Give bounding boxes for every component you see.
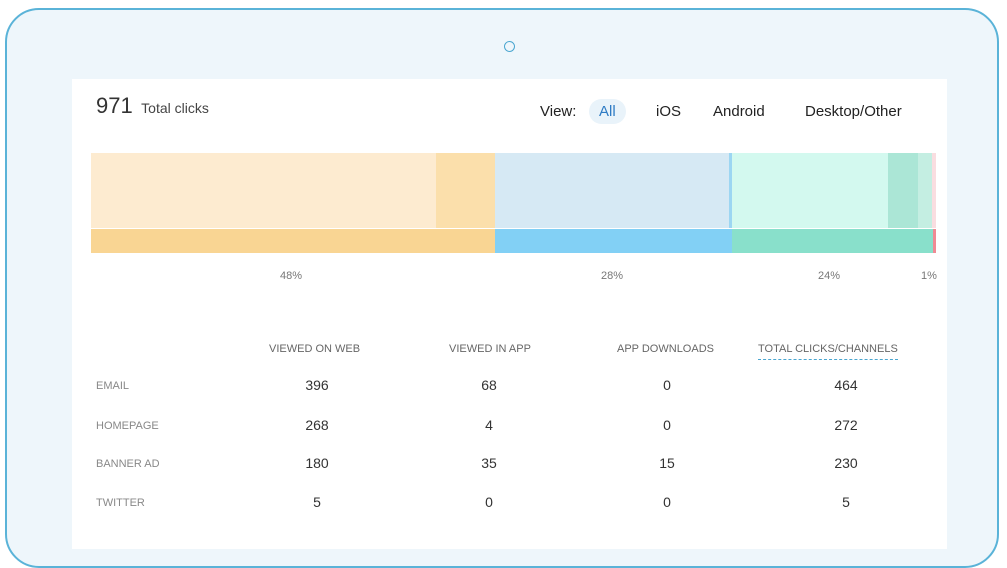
cell-banner-ad-downloads: 15	[659, 455, 675, 471]
view-option-android[interactable]: Android	[703, 99, 775, 124]
cell-twitter-app: 0	[485, 494, 493, 510]
cell-twitter-total: 5	[842, 494, 850, 510]
cell-homepage-downloads: 0	[663, 417, 671, 433]
cell-banner-ad-web: 180	[305, 455, 329, 471]
row-label-email: EMAIL	[96, 380, 130, 392]
column-header-app-downloads: APP DOWNLOADS	[617, 343, 714, 355]
total-clicks-count: 971	[96, 93, 133, 118]
cell-homepage-app: 4	[485, 417, 493, 433]
segment-1-sub	[436, 153, 495, 228]
camera-icon	[504, 41, 515, 52]
distribution-bar	[91, 153, 936, 253]
segment-4-bar	[933, 229, 936, 253]
segment-4-percent: 1%	[921, 270, 937, 282]
cell-banner-ad-total: 230	[834, 455, 858, 471]
cell-email-total: 464	[834, 377, 858, 393]
view-option-desktop-other[interactable]: Desktop/Other	[795, 99, 912, 124]
cell-banner-ad-app: 35	[481, 455, 497, 471]
cell-homepage-total: 272	[834, 417, 858, 433]
segment-3-light	[732, 153, 888, 228]
column-header-viewed-on-web: VIEWED ON WEB	[269, 343, 361, 355]
tablet-frame: 971 Total clicks View: All iOS Android D…	[5, 8, 999, 568]
view-option-ios[interactable]: iOS	[646, 99, 691, 124]
cell-homepage-web: 268	[305, 417, 329, 433]
cell-email-web: 396	[305, 377, 329, 393]
segment-3-sub-a	[888, 153, 918, 228]
view-filter-label: View:	[540, 103, 577, 120]
analytics-panel: 971 Total clicks View: All iOS Android D…	[72, 79, 947, 549]
segment-3-bar	[732, 229, 933, 253]
view-option-all[interactable]: All	[589, 99, 626, 124]
row-label-banner-ad: BANNER AD	[96, 458, 160, 470]
cell-twitter-web: 5	[313, 494, 321, 510]
column-header-total-clicks-channels[interactable]: TOTAL CLICKS/CHANNELS	[758, 343, 898, 360]
total-clicks: 971 Total clicks	[96, 93, 209, 119]
segment-1-bar	[91, 229, 495, 253]
segment-2-percent: 28%	[601, 270, 624, 282]
total-clicks-label: Total clicks	[141, 100, 209, 116]
row-label-homepage: HOMEPAGE	[96, 420, 159, 432]
segment-1-light	[91, 153, 436, 228]
segment-3-percent: 24%	[818, 270, 841, 282]
segment-3-sub-b	[918, 153, 932, 228]
segment-2-bar	[495, 229, 732, 253]
segment-2-light	[495, 153, 729, 228]
cell-email-downloads: 0	[663, 377, 671, 393]
segment-1-percent: 48%	[280, 270, 303, 282]
cell-email-app: 68	[481, 377, 497, 393]
row-label-twitter: TWITTER	[96, 497, 145, 509]
cell-twitter-downloads: 0	[663, 494, 671, 510]
segment-4-light	[932, 153, 936, 228]
column-header-viewed-in-app: VIEWED IN APP	[449, 343, 531, 355]
